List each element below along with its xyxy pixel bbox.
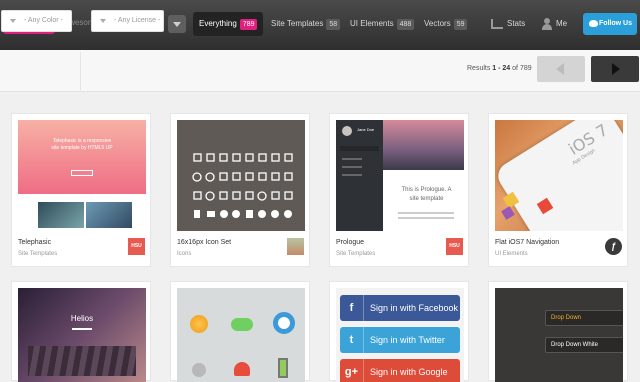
chevron-down-icon bbox=[10, 19, 16, 23]
item-title[interactable]: Prologue bbox=[336, 239, 364, 246]
google-signin-button[interactable]: g+ Sign in with Google bbox=[340, 359, 460, 382]
follow-us-button[interactable]: Follow Us bbox=[583, 13, 637, 35]
nav-count: 488 bbox=[396, 19, 415, 30]
nav-label: Site Templates bbox=[271, 19, 324, 28]
nav-label: Vectors bbox=[424, 19, 451, 28]
thumb-text: Helios bbox=[70, 314, 94, 323]
author-avatar[interactable] bbox=[287, 238, 304, 255]
results-of: of bbox=[512, 65, 518, 72]
color-filter-select[interactable]: - Any Color - bbox=[1, 10, 72, 32]
license-filter-select[interactable]: - Any License - bbox=[91, 10, 164, 32]
divider bbox=[80, 52, 81, 90]
item-thumbnail[interactable]: Drop Down Drop Down White bbox=[495, 288, 623, 382]
item-card[interactable] bbox=[170, 281, 310, 382]
stats-label: Stats bbox=[507, 19, 526, 28]
nav-everything[interactable]: Everything 789 bbox=[193, 12, 264, 36]
user-icon bbox=[542, 17, 552, 30]
google-plus-icon: g+ bbox=[340, 359, 364, 382]
thumb-text: site template bbox=[409, 196, 444, 202]
item-thumbnail[interactable]: iOS 7 App Design bbox=[495, 120, 623, 231]
chevron-down-icon bbox=[100, 19, 106, 23]
results-range: 1 - 24 bbox=[492, 65, 511, 72]
dropdown-demo: Drop Down White bbox=[545, 337, 623, 353]
button-label: Sign in with Twitter bbox=[370, 335, 445, 345]
button-label: Sign in with Facebook bbox=[370, 303, 459, 313]
nav-ui-elements[interactable]: UI Elements 488 bbox=[350, 12, 415, 36]
item-title[interactable]: Flat iOS7 Navigation bbox=[495, 239, 559, 246]
category-dropdown-button[interactable] bbox=[168, 15, 186, 33]
twitter-icon: t bbox=[340, 327, 364, 353]
me-link[interactable]: Me bbox=[542, 12, 567, 36]
item-card[interactable]: Telephasic is a responsive site template… bbox=[11, 113, 151, 267]
author-avatar[interactable]: HSU bbox=[128, 238, 145, 255]
nav-label: Everything bbox=[199, 19, 237, 28]
thumb-text: site template by HTML5 UP bbox=[51, 145, 113, 151]
item-card[interactable]: 16x16px Icon Set Icons bbox=[170, 113, 310, 267]
nav-count: 789 bbox=[239, 19, 258, 30]
results-count: Results 1 - 24 of 789 bbox=[467, 65, 532, 72]
follow-label: Follow Us bbox=[598, 20, 632, 27]
twitter-signin-button[interactable]: t Sign in with Twitter bbox=[340, 327, 460, 353]
nav-site-templates[interactable]: Site Templates 58 bbox=[271, 12, 341, 36]
item-card[interactable]: Drop Down Drop Down White bbox=[488, 281, 628, 382]
item-thumbnail[interactable] bbox=[177, 120, 305, 231]
item-category[interactable]: Site Templates bbox=[18, 251, 57, 257]
item-thumbnail[interactable] bbox=[177, 288, 305, 382]
item-title[interactable]: Telephasic bbox=[18, 239, 51, 246]
item-thumbnail[interactable]: f Sign in with Facebook t Sign in with Twi… bbox=[336, 288, 464, 382]
license-filter-value: - Any License - bbox=[114, 17, 161, 24]
icon-grid bbox=[192, 153, 293, 218]
button-label: Sign in with Google bbox=[370, 367, 448, 377]
nav-vectors[interactable]: Vectors 59 bbox=[424, 12, 468, 36]
next-page-button[interactable] bbox=[591, 56, 639, 82]
item-thumbnail[interactable]: Jane Doe This is Prologue. A site templa… bbox=[336, 120, 464, 231]
item-thumbnail[interactable]: Helios bbox=[18, 288, 146, 382]
me-label: Me bbox=[556, 19, 568, 28]
nav-label: UI Elements bbox=[350, 19, 394, 28]
item-card[interactable]: Helios bbox=[11, 281, 151, 382]
item-card[interactable]: f Sign in with Facebook t Sign in with Twi… bbox=[329, 281, 469, 382]
results-prefix: Results bbox=[467, 65, 491, 72]
item-card[interactable]: Jane Doe This is Prologue. A site templa… bbox=[329, 113, 469, 267]
item-thumbnail[interactable]: Telephasic is a responsive site template… bbox=[18, 120, 146, 231]
facebook-signin-button[interactable]: f Sign in with Facebook bbox=[340, 295, 460, 321]
item-category[interactable]: Icons bbox=[177, 251, 191, 257]
stats-link[interactable]: Stats bbox=[491, 12, 525, 36]
author-avatar[interactable]: ƒ bbox=[605, 238, 622, 255]
item-category[interactable]: UI Elements bbox=[495, 251, 528, 257]
color-filter-value: - Any Color - bbox=[24, 17, 63, 24]
item-title[interactable]: 16x16px Icon Set bbox=[177, 239, 231, 246]
facebook-icon: f bbox=[340, 295, 364, 321]
thumb-text: Telephasic is a responsive bbox=[52, 138, 112, 144]
results-total: 789 bbox=[519, 65, 532, 72]
author-avatar[interactable]: HSU bbox=[446, 238, 463, 255]
thumb-text: This is Prologue. A bbox=[401, 187, 452, 193]
previous-page-button[interactable] bbox=[537, 56, 585, 82]
item-card[interactable]: iOS 7 App Design Flat iOS7 Navigation UI… bbox=[488, 113, 628, 267]
bar-chart-icon bbox=[491, 18, 503, 29]
item-category[interactable]: Site Templates bbox=[336, 251, 375, 257]
dropdown-demo: Drop Down bbox=[545, 310, 623, 326]
twitter-bird-icon bbox=[589, 20, 598, 27]
thumb-text: Jane Doe bbox=[357, 127, 375, 132]
nav-count: 58 bbox=[326, 19, 341, 30]
nav-count: 59 bbox=[453, 19, 468, 30]
